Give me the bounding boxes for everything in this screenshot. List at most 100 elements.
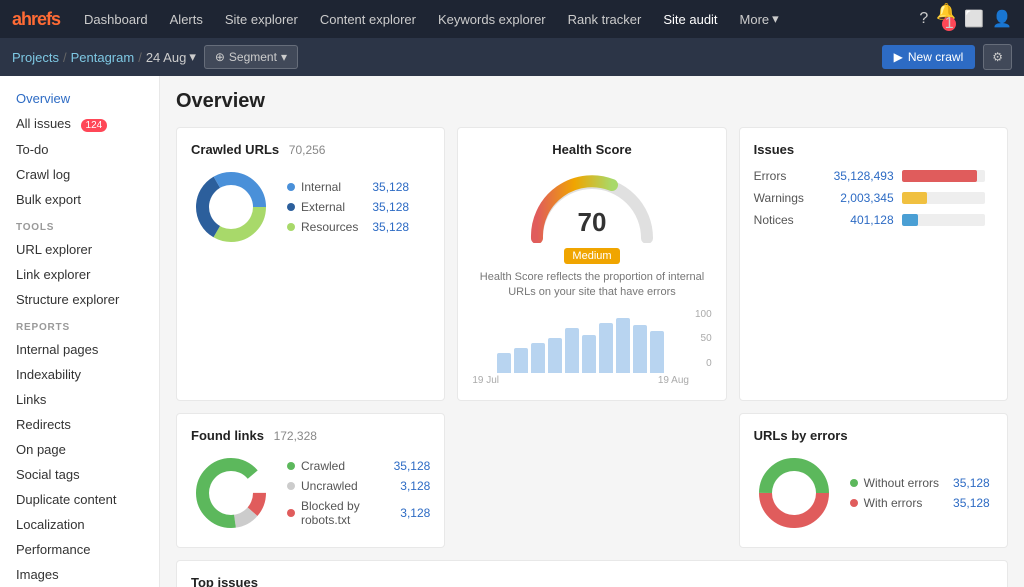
nav-dashboard[interactable]: Dashboard [76, 8, 156, 31]
legend-item-uncrawled: Uncrawled 3,128 [287, 479, 430, 493]
help-icon[interactable]: ? [919, 10, 928, 28]
breadcrumb-date[interactable]: 24 Aug ▾ [146, 49, 196, 65]
notifications-icon[interactable]: 🔔1 [936, 2, 956, 36]
bar-10 [650, 331, 664, 373]
sidebar-item-url-explorer[interactable]: URL explorer [0, 237, 159, 262]
without-errors-dot [850, 479, 858, 487]
legend-item-with-errors: With errors 35,128 [850, 496, 990, 510]
avatar[interactable]: 👤 [992, 9, 1012, 29]
bar-5 [565, 328, 579, 373]
issues-row-warnings: Warnings 2,003,345 [754, 191, 993, 205]
resources-dot [287, 223, 295, 231]
with-errors-dot [850, 499, 858, 507]
nav-alerts[interactable]: Alerts [162, 8, 211, 31]
health-score-title: Health Score [552, 142, 631, 157]
sidebar-item-localization[interactable]: Localization [0, 512, 159, 537]
legend-item-resources: Resources 35,128 [287, 220, 409, 234]
found-links-chart [191, 453, 271, 533]
bar-2 [514, 348, 528, 373]
health-bar-chart: 19 Jul 19 Aug 100 50 0 [472, 309, 711, 386]
sidebar-item-bulk-export[interactable]: Bulk export [0, 187, 159, 212]
nav-site-audit[interactable]: Site audit [655, 8, 725, 31]
new-crawl-button[interactable]: ▶ New crawl [882, 45, 976, 69]
sidebar-item-redirects[interactable]: Redirects [0, 412, 159, 437]
legend-item-crawled: Crawled 35,128 [287, 459, 430, 473]
urls-by-errors-donut: Without errors 35,128 With errors 35,128 [754, 453, 993, 533]
legend-item-blocked: Blocked by robots.txt 3,128 [287, 499, 430, 527]
segment-button[interactable]: ⊕ Segment ▾ [204, 45, 298, 69]
urls-errors-svg [754, 453, 834, 533]
bar-4 [548, 338, 562, 373]
urls-by-errors-title: URLs by errors [754, 428, 848, 443]
settings-button[interactable]: ⚙ [983, 44, 1012, 70]
bar-labels: 19 Jul 19 Aug [472, 375, 689, 386]
notices-bar [902, 214, 919, 226]
health-score-text: 70 [578, 207, 607, 237]
breadcrumb-projects[interactable]: Projects [12, 50, 59, 65]
nav-site-explorer[interactable]: Site explorer [217, 8, 306, 31]
crawled-urls-total: 70,256 [289, 143, 326, 157]
sidebar-item-structure-explorer[interactable]: Structure explorer [0, 287, 159, 312]
found-links-card: Found links 172,328 [176, 413, 445, 548]
urls-by-errors-legend: Without errors 35,128 With errors 35,128 [850, 476, 990, 510]
internal-dot [287, 183, 295, 191]
sidebar-item-overview[interactable]: Overview [0, 86, 159, 111]
legend-item-without-errors: Without errors 35,128 [850, 476, 990, 490]
warnings-bar-outer [902, 192, 985, 204]
warnings-bar [902, 192, 927, 204]
issues-row-errors: Errors 35,128,493 [754, 169, 993, 183]
breadcrumb: Projects / Pentagram / 24 Aug ▾ [12, 49, 196, 65]
found-links-legend: Crawled 35,128 Uncrawled 3,128 Blocked b… [287, 459, 430, 527]
sidebar-item-links[interactable]: Links [0, 387, 159, 412]
screen-icon[interactable]: ⬜ [964, 9, 984, 29]
logo: ahrefs [12, 9, 60, 30]
found-links-svg [191, 453, 271, 533]
legend-item-internal: Internal 35,128 [287, 180, 409, 194]
sidebar-item-performance[interactable]: Performance [0, 537, 159, 562]
mini-bars [472, 313, 689, 373]
crawled-urls-donut: Internal 35,128 External 35,128 Resource… [191, 167, 430, 247]
bar-3 [531, 343, 545, 373]
sidebar-item-crawl-log[interactable]: Crawl log [0, 162, 159, 187]
sidebar: Overview All issues 124 To-do Crawl log … [0, 76, 160, 587]
health-score-label: Medium [564, 248, 619, 264]
uncrawled-dot [287, 482, 295, 490]
found-links-total: 172,328 [274, 429, 317, 443]
external-dot [287, 203, 295, 211]
urls-by-errors-card: URLs by errors Without errors [739, 413, 1008, 548]
nav-rank-tracker[interactable]: Rank tracker [560, 8, 650, 31]
sidebar-item-on-page[interactable]: On page [0, 437, 159, 462]
sidebar-item-duplicate-content[interactable]: Duplicate content [0, 487, 159, 512]
main-content: Overview Crawled URLs 70,256 [160, 76, 1024, 587]
errors-bar-outer [902, 170, 985, 182]
sub-navigation: Projects / Pentagram / 24 Aug ▾ ⊕ Segmen… [0, 38, 1024, 76]
top-cards-grid: Crawled URLs 70,256 [176, 127, 1008, 401]
sidebar-item-todo[interactable]: To-do [0, 137, 159, 162]
nav-keywords-explorer[interactable]: Keywords explorer [430, 8, 554, 31]
nav-content-explorer[interactable]: Content explorer [312, 8, 424, 31]
top-navigation: ahrefs Dashboard Alerts Site explorer Co… [0, 0, 1024, 38]
top-issues-card: Top issues Issue Crawled Change Added Ne… [176, 560, 1008, 587]
health-score-description: Health Score reflects the proportion of … [472, 270, 711, 301]
sidebar-item-social-tags[interactable]: Social tags [0, 462, 159, 487]
notif-badge: 1 [942, 17, 956, 31]
sidebar-item-link-explorer[interactable]: Link explorer [0, 262, 159, 287]
bar-6 [582, 335, 596, 373]
issues-title: Issues [754, 142, 794, 157]
tools-section-label: TOOLS [0, 212, 159, 237]
sidebar-item-indexability[interactable]: Indexability [0, 362, 159, 387]
crawled-urls-card: Crawled URLs 70,256 [176, 127, 445, 401]
bar-9 [633, 325, 647, 373]
bar-1 [497, 353, 511, 373]
sidebar-item-images[interactable]: Images [0, 562, 159, 587]
sidebar-item-all-issues[interactable]: All issues 124 [0, 111, 159, 137]
errors-bar [902, 170, 977, 182]
issues-row-notices: Notices 401,128 [754, 213, 993, 227]
sidebar-item-internal-pages[interactable]: Internal pages [0, 337, 159, 362]
nav-more[interactable]: More ▾ [732, 7, 787, 31]
top-icons: ? 🔔1 ⬜ 👤 [919, 2, 1012, 36]
breadcrumb-pentagram[interactable]: Pentagram [71, 50, 135, 65]
issues-card: Issues Errors 35,128,493 Warnings 2,003,… [739, 127, 1008, 401]
main-layout: Overview All issues 124 To-do Crawl log … [0, 76, 1024, 587]
crawled-urls-title: Crawled URLs [191, 142, 279, 157]
